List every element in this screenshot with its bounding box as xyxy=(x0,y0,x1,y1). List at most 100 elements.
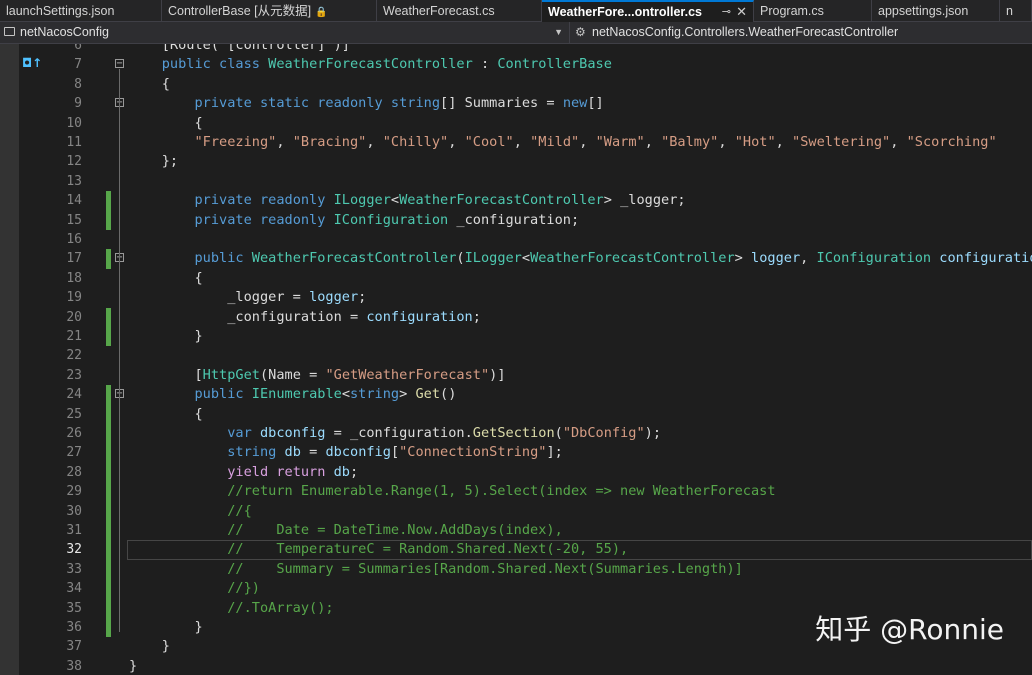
code-line[interactable]: 7− public class WeatherForecastControlle… xyxy=(0,55,1032,74)
code-line[interactable]: 21 } xyxy=(0,327,1032,347)
change-marker xyxy=(106,307,111,327)
code-text: { xyxy=(129,75,170,92)
class-icon: ⚙ xyxy=(575,25,586,39)
code-line[interactable]: 25 { xyxy=(0,404,1032,424)
tab-0[interactable]: launchSettings.json xyxy=(0,0,162,22)
code-line[interactable]: 19 _logger = logger; xyxy=(0,288,1032,307)
tab-5[interactable]: appsettings.json xyxy=(872,0,1000,22)
code-text: _configuration = configuration; xyxy=(129,308,481,325)
line-number: 29 xyxy=(66,484,82,500)
code-text: [Route("[controller]")] xyxy=(129,44,350,53)
line-number: 37 xyxy=(66,639,82,655)
code-text: } xyxy=(129,638,170,655)
code-line[interactable]: 10 { xyxy=(0,114,1032,133)
code-text: //}) xyxy=(129,580,260,597)
line-number: 16 xyxy=(66,232,82,247)
line-number: 33 xyxy=(66,561,82,577)
code-text: public WeatherForecastController(ILogger… xyxy=(194,250,1032,267)
pin-icon[interactable]: ⊸ xyxy=(722,2,731,22)
tab-1[interactable]: ControllerBase [从元数据] 🔒 xyxy=(162,0,377,22)
code-text: // TemperatureC = Random.Shared.Next(-20… xyxy=(129,541,629,558)
code-editor[interactable]: 6 [Route("[controller]")] 7− public class… xyxy=(0,44,1032,675)
line-number: 15 xyxy=(66,212,82,228)
code-line[interactable]: 30 //{ xyxy=(0,501,1032,521)
code-line[interactable]: 8 { xyxy=(0,75,1032,94)
code-line[interactable]: 31 // Date = DateTime.Now.AddDays(index)… xyxy=(0,521,1032,541)
code-text: { xyxy=(129,114,203,131)
tab-3[interactable]: WeatherFore...ontroller.cs ⊸ ✕ xyxy=(542,0,754,22)
change-marker xyxy=(106,249,111,269)
line-number: 17 xyxy=(66,251,82,267)
change-marker xyxy=(106,579,111,599)
code-text: // Summary = Summaries[Random.Shared.Nex… xyxy=(129,560,743,577)
tab-label: WeatherForecast.cs xyxy=(383,4,495,18)
code-line[interactable]: 13 xyxy=(0,172,1032,191)
line-number: 11 xyxy=(66,135,82,150)
member-dropdown[interactable]: ⚙ netNacosConfig.Controllers.WeatherFore… xyxy=(570,22,1032,43)
line-number: 24 xyxy=(66,387,82,403)
change-marker xyxy=(106,385,111,405)
code-line[interactable]: 24− public IEnumerable<string> Get() xyxy=(0,385,1032,405)
change-marker xyxy=(106,501,111,521)
change-marker xyxy=(106,618,111,638)
code-text: "Freezing", "Bracing", "Chilly", "Cool",… xyxy=(194,134,997,150)
line-number: 28 xyxy=(66,464,82,480)
navigation-bar: netNacosConfig ▼ ⚙ netNacosConfig.Contro… xyxy=(0,22,1032,44)
tab-2[interactable]: WeatherForecast.cs xyxy=(377,0,542,22)
change-marker xyxy=(106,598,111,618)
code-text: public IEnumerable<string> Get() xyxy=(194,386,457,403)
project-dropdown-label: netNacosConfig xyxy=(20,25,109,39)
code-line[interactable]: 27 string db = dbconfig["ConnectionStrin… xyxy=(0,443,1032,463)
code-text: { xyxy=(129,269,203,286)
code-line[interactable]: 28 yield return db; xyxy=(0,462,1032,483)
collapse-icon[interactable]: − xyxy=(115,59,124,69)
change-marker xyxy=(106,327,111,347)
code-text: public class WeatherForecastController :… xyxy=(161,56,612,73)
line-number: 12 xyxy=(66,154,82,170)
fold-guide xyxy=(119,108,120,147)
code-text: { xyxy=(129,405,203,422)
line-number: 10 xyxy=(66,115,82,131)
member-dropdown-label: netNacosConfig.Controllers.WeatherForeca… xyxy=(592,25,899,39)
document-tab-bar: launchSettings.json ControllerBase [从元数据]… xyxy=(0,0,1032,22)
code-line[interactable]: 26 var dbconfig = _configuration.GetSect… xyxy=(0,424,1032,444)
code-line[interactable]: 15 private readonly IConfiguration _conf… xyxy=(0,210,1032,230)
code-line[interactable]: 16 xyxy=(0,230,1032,249)
tab-label: n xyxy=(1006,4,1013,18)
code-text: } xyxy=(129,657,138,674)
code-line[interactable]: 32 // TemperatureC = Random.Shared.Next(… xyxy=(0,540,1032,560)
code-line[interactable]: 33 // Summary = Summaries[Random.Shared.… xyxy=(0,559,1032,580)
code-text: }; xyxy=(129,153,179,170)
project-dropdown[interactable]: netNacosConfig ▼ xyxy=(0,22,570,43)
tab-4[interactable]: Program.cs xyxy=(754,0,872,22)
change-marker xyxy=(106,424,111,444)
tab-label: Program.cs xyxy=(760,4,824,18)
code-line[interactable]: 11 "Freezing", "Bracing", "Chilly", "Coo… xyxy=(0,133,1032,152)
tab-6[interactable]: n xyxy=(1000,0,1032,22)
code-line[interactable]: 38} xyxy=(0,657,1032,675)
line-number: 36 xyxy=(66,620,82,635)
code-line[interactable]: 17− public WeatherForecastController(ILo… xyxy=(0,249,1032,269)
code-line[interactable]: 14 private readonly ILogger<WeatherForec… xyxy=(0,191,1032,211)
change-marker xyxy=(106,404,111,424)
line-number: 22 xyxy=(66,348,82,364)
code-line[interactable]: 6 [Route("[controller]")] xyxy=(0,44,1032,55)
watermark: 知乎 @Ronnie xyxy=(815,613,1004,646)
code-line[interactable]: 23 [HttpGet(Name = "GetWeatherForecast")… xyxy=(0,366,1032,385)
code-line[interactable]: 9− private static readonly string[] Summ… xyxy=(0,94,1032,113)
code-text: private readonly ILogger<WeatherForecast… xyxy=(194,192,686,209)
code-text: //{ xyxy=(129,502,252,519)
code-text: //.ToArray(); xyxy=(129,599,334,616)
code-line[interactable]: 29 //return Enumerable.Range(1, 5).Selec… xyxy=(0,482,1032,502)
project-icon xyxy=(4,27,15,36)
override-icon[interactable]: ◘↑ xyxy=(22,56,42,70)
code-line[interactable]: 18 { xyxy=(0,269,1032,288)
code-text: var dbconfig = _configuration.GetSection… xyxy=(227,425,662,441)
code-line[interactable]: 12 }; xyxy=(0,152,1032,171)
code-line[interactable]: 22 xyxy=(0,346,1032,365)
close-icon[interactable]: ✕ xyxy=(736,2,747,22)
code-line[interactable]: 20 _configuration = configuration; xyxy=(0,307,1032,327)
chevron-down-icon[interactable]: ▼ xyxy=(554,22,563,43)
tab-label: appsettings.json xyxy=(878,4,969,18)
code-line[interactable]: 34 //}) xyxy=(0,579,1032,599)
